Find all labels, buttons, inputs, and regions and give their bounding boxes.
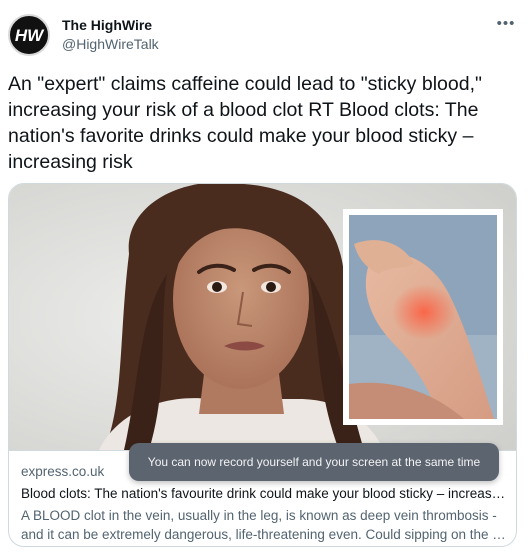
avatar[interactable]: HW [8, 14, 50, 56]
more-horizontal-icon[interactable]: ••• [495, 12, 517, 34]
link-card-image[interactable] [9, 184, 516, 450]
toast-message: You can now record yourself and your scr… [147, 455, 481, 469]
highwire-logo: HW [15, 26, 45, 45]
tweet-text: An "expert" claims caffeine could lead t… [8, 73, 482, 173]
article-photo [9, 184, 516, 450]
link-card-description: A BLOOD clot in the vein, usually in the… [21, 508, 506, 542]
tweet-header: HW The HighWire @HighWireTalk ••• [8, 12, 521, 60]
account-names: The HighWire @HighWireTalk [62, 16, 159, 54]
link-card[interactable]: express.co.uk Blood clots: The nation's … [8, 183, 517, 547]
display-name[interactable]: The HighWire [62, 16, 159, 34]
svg-text:HW: HW [15, 26, 45, 45]
link-card-title: Blood clots: The nation's favourite drin… [21, 486, 506, 501]
account-handle[interactable]: @HighWireTalk [62, 34, 159, 54]
notification-toast: You can now record yourself and your scr… [129, 443, 499, 481]
